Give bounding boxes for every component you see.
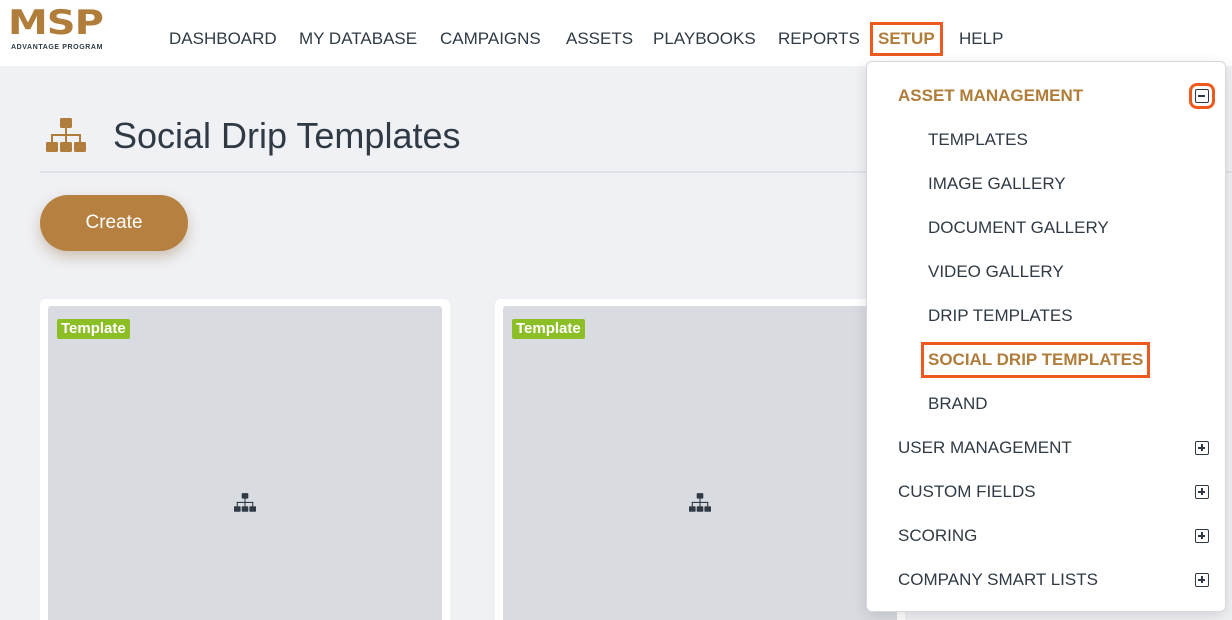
menu-item-drip-templates[interactable]: DRIP TEMPLATES [867, 302, 1225, 330]
menu-section-label: COMPANY SMART LISTS [898, 570, 1098, 589]
logo-text: MSP [8, 3, 104, 43]
menu-item-label: BRAND [928, 394, 988, 413]
menu-section-label: CUSTOM FIELDS [898, 482, 1036, 501]
menu-item-label: SOCIAL DRIP TEMPLATES [920, 342, 1151, 378]
expand-icon[interactable] [1195, 441, 1209, 455]
template-badge: Template [512, 319, 585, 339]
page-title: Social Drip Templates [113, 115, 461, 156]
nav-dashboard[interactable]: DASHBOARD [169, 27, 277, 51]
menu-section-label: ASSET MANAGEMENT [898, 86, 1084, 105]
menu-item-video-gallery[interactable]: VIDEO GALLERY [867, 258, 1225, 286]
template-card-preview: Template [48, 306, 442, 620]
nav-playbooks[interactable]: PLAYBOOKS [653, 27, 756, 51]
menu-section-label: USER MANAGEMENT [898, 438, 1072, 457]
menu-item-image-gallery[interactable]: IMAGE GALLERY [867, 170, 1225, 198]
menu-item-label: IMAGE GALLERY [928, 174, 1066, 193]
nav-campaigns[interactable]: CAMPAIGNS [440, 27, 541, 51]
sitemap-icon [234, 493, 256, 512]
menu-section-label: SCORING [898, 526, 978, 545]
template-card-preview: Template [503, 306, 897, 620]
expand-icon[interactable] [1195, 573, 1209, 587]
top-navigation-bar: MSP ADVANTAGE PROGRAM DASHBOARD MY DATAB… [0, 0, 1232, 66]
menu-section-company-smart-lists[interactable]: COMPANY SMART LISTS [867, 566, 1225, 594]
nav-setup[interactable]: SETUP [870, 22, 943, 56]
template-badge: Template [57, 319, 130, 339]
nav-assets[interactable]: ASSETS [566, 27, 633, 51]
collapse-icon[interactable] [1189, 83, 1215, 109]
expand-icon[interactable] [1195, 529, 1209, 543]
menu-item-label: TEMPLATES [928, 130, 1028, 149]
menu-item-label: DRIP TEMPLATES [928, 306, 1073, 325]
setup-dropdown-menu: ASSET MANAGEMENT TEMPLATES IMAGE GALLERY… [866, 61, 1226, 612]
menu-item-label: DOCUMENT GALLERY [928, 218, 1109, 237]
menu-section-user-management[interactable]: USER MANAGEMENT [867, 434, 1225, 462]
menu-item-label: VIDEO GALLERY [928, 262, 1064, 281]
template-card[interactable]: Template [495, 299, 905, 620]
nav-my-database[interactable]: MY DATABASE [299, 27, 417, 51]
menu-item-brand[interactable]: BRAND [867, 390, 1225, 418]
msp-logo[interactable]: MSP ADVANTAGE PROGRAM [8, 6, 130, 56]
menu-item-social-drip-templates[interactable]: SOCIAL DRIP TEMPLATES [867, 342, 1225, 378]
menu-section-custom-fields[interactable]: CUSTOM FIELDS [867, 478, 1225, 506]
menu-item-document-gallery[interactable]: DOCUMENT GALLERY [867, 214, 1225, 242]
menu-section-asset-management[interactable]: ASSET MANAGEMENT [867, 82, 1225, 110]
sitemap-icon [46, 118, 86, 152]
nav-help[interactable]: HELP [959, 27, 1003, 51]
menu-section-scoring[interactable]: SCORING [867, 522, 1225, 550]
nav-reports[interactable]: REPORTS [778, 27, 860, 51]
logo-subtitle: ADVANTAGE PROGRAM [11, 44, 103, 51]
sitemap-icon [689, 493, 711, 512]
expand-icon[interactable] [1195, 485, 1209, 499]
create-button[interactable]: Create [40, 195, 188, 251]
template-card[interactable]: Template [40, 299, 450, 620]
menu-item-templates[interactable]: TEMPLATES [867, 126, 1225, 154]
